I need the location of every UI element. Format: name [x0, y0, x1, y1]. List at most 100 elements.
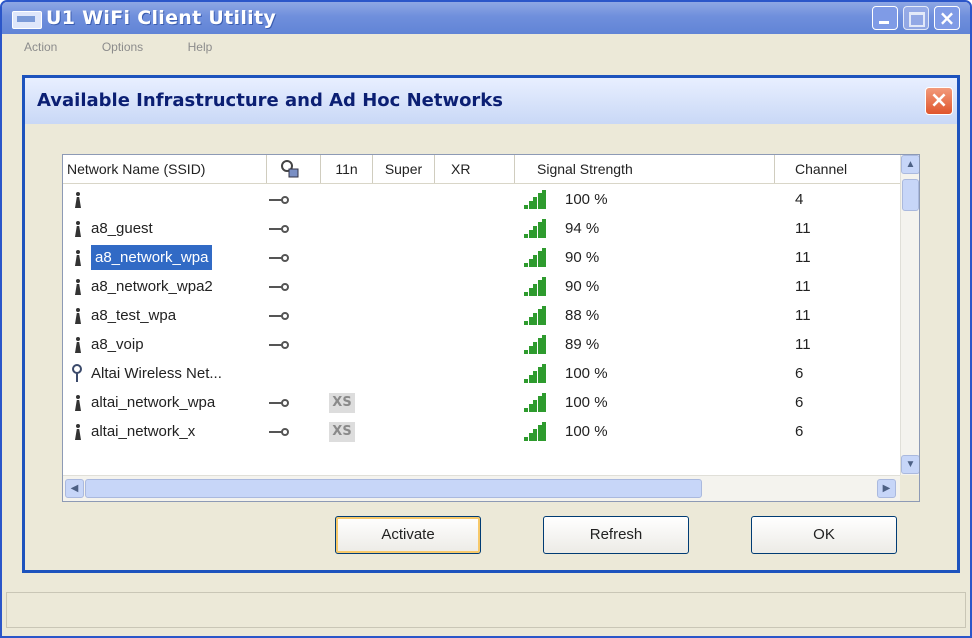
- signal-bars-icon: [524, 277, 546, 296]
- access-point-icon: [73, 308, 83, 324]
- signal-bars-icon: [524, 422, 546, 441]
- scroll-corner: [900, 475, 919, 501]
- network-row[interactable]: a8_guest 94 % 11: [63, 214, 900, 243]
- maximize-button[interactable]: [903, 6, 929, 30]
- menu-action[interactable]: Action: [24, 40, 57, 54]
- column-11n[interactable]: 11n: [321, 155, 373, 183]
- network-row[interactable]: altai_network_x XS 100 % 6: [63, 417, 900, 446]
- signal-strength: 90 %: [565, 249, 600, 266]
- column-signal[interactable]: Signal Strength: [515, 155, 775, 183]
- signal-bars-icon: [524, 219, 546, 238]
- channel: 11: [795, 278, 811, 295]
- channel: 11: [795, 249, 811, 266]
- vertical-scroll-thumb[interactable]: [902, 179, 919, 211]
- scroll-down-button[interactable]: ▼: [901, 455, 919, 474]
- network-list: Network Name (SSID) 11n Super XR Signal …: [62, 154, 920, 502]
- access-point-icon: [73, 279, 83, 295]
- list-header: Network Name (SSID) 11n Super XR Signal …: [63, 155, 900, 184]
- network-ssid: Altai Wireless Net...: [91, 365, 222, 382]
- key-icon: [269, 312, 291, 320]
- menu-help[interactable]: Help: [188, 40, 213, 54]
- channel: 6: [795, 394, 804, 411]
- scroll-right-button[interactable]: ▶: [877, 479, 896, 498]
- signal-strength: 100 %: [565, 394, 608, 411]
- vertical-scrollbar[interactable]: ▲ ▼: [900, 155, 919, 475]
- network-row[interactable]: a8_voip 89 % 11: [63, 330, 900, 359]
- minimize-button[interactable]: [872, 6, 898, 30]
- refresh-button[interactable]: Refresh: [543, 516, 689, 554]
- signal-strength: 90 %: [565, 278, 600, 295]
- ok-button[interactable]: OK: [751, 516, 897, 554]
- xs-badge: XS: [329, 393, 355, 413]
- xs-badge: XS: [329, 422, 355, 442]
- network-ssid: a8_network_wpa: [91, 245, 213, 270]
- status-bar: [6, 592, 966, 628]
- key-icon: [269, 341, 291, 349]
- horizontal-scroll-thumb[interactable]: [85, 479, 702, 498]
- access-point-icon: [73, 250, 83, 266]
- dialog-close-button[interactable]: ×: [925, 87, 953, 115]
- key-icon: [269, 254, 291, 262]
- signal-strength: 100 %: [565, 365, 608, 382]
- dialog-titlebar[interactable]: Available Infrastructure and Ad Hoc Netw…: [25, 78, 957, 124]
- column-super[interactable]: Super: [373, 155, 435, 183]
- network-rows: 100 % 4 a8_guest 94 % 11 a8_network_wpa 90 % 11…: [63, 185, 900, 455]
- key-icon: [269, 196, 291, 204]
- window-title: U1 WiFi Client Utility: [46, 7, 277, 29]
- signal-bars-icon: [524, 306, 546, 325]
- menu-bar: Action Options Help: [6, 38, 946, 58]
- network-row[interactable]: a8_network_wpa2 90 % 11: [63, 272, 900, 301]
- channel: 11: [795, 336, 811, 353]
- dialog-title: Available Infrastructure and Ad Hoc Netw…: [37, 90, 503, 111]
- networks-dialog: Available Infrastructure and Ad Hoc Netw…: [22, 75, 960, 573]
- window-titlebar[interactable]: U1 WiFi Client Utility ×: [2, 2, 970, 34]
- access-point-icon: [73, 221, 83, 237]
- scroll-left-button[interactable]: ◀: [65, 479, 84, 498]
- activate-button[interactable]: Activate: [335, 516, 481, 554]
- key-icon: [269, 225, 291, 233]
- network-ssid: a8_guest: [91, 220, 153, 237]
- access-point-icon: [73, 192, 83, 208]
- key-icon: [269, 399, 291, 407]
- network-ssid: a8_network_wpa2: [91, 278, 213, 295]
- key-icon: [269, 283, 291, 291]
- dialog-body: Network Name (SSID) 11n Super XR Signal …: [25, 124, 957, 570]
- scroll-up-button[interactable]: ▲: [901, 155, 919, 174]
- signal-bars-icon: [524, 364, 546, 383]
- lock-key-icon: [281, 160, 299, 178]
- column-ssid[interactable]: Network Name (SSID): [63, 155, 267, 183]
- signal-strength: 88 %: [565, 307, 600, 324]
- column-xr[interactable]: XR: [435, 155, 515, 183]
- signal-bars-icon: [524, 393, 546, 412]
- network-row[interactable]: a8_test_wpa 88 % 11: [63, 301, 900, 330]
- column-channel[interactable]: Channel: [775, 155, 900, 183]
- access-point-icon: [73, 424, 83, 440]
- network-ssid: altai_network_wpa: [91, 394, 216, 411]
- network-row[interactable]: 100 % 4: [63, 185, 900, 214]
- channel: 11: [795, 307, 811, 324]
- column-security[interactable]: [267, 155, 321, 183]
- channel: 4: [795, 191, 804, 208]
- network-row[interactable]: altai_network_wpa XS 100 % 6: [63, 388, 900, 417]
- menu-options[interactable]: Options: [102, 40, 143, 54]
- app-icon: [12, 11, 42, 29]
- signal-bars-icon: [524, 335, 546, 354]
- channel: 11: [795, 220, 811, 237]
- signal-bars-icon: [524, 248, 546, 267]
- channel: 6: [795, 365, 804, 382]
- network-ssid: a8_test_wpa: [91, 307, 177, 324]
- channel: 6: [795, 423, 804, 440]
- adhoc-icon: [71, 364, 85, 382]
- network-row[interactable]: Altai Wireless Net... 100 % 6: [63, 359, 900, 388]
- horizontal-scrollbar[interactable]: ◀ ▶: [63, 475, 900, 501]
- access-point-icon: [73, 395, 83, 411]
- network-row[interactable]: a8_network_wpa 90 % 11: [63, 243, 900, 272]
- signal-bars-icon: [524, 190, 546, 209]
- signal-strength: 94 %: [565, 220, 600, 237]
- close-window-button[interactable]: ×: [934, 6, 960, 30]
- signal-strength: 100 %: [565, 191, 608, 208]
- key-icon: [269, 428, 291, 436]
- signal-strength: 89 %: [565, 336, 600, 353]
- access-point-icon: [73, 337, 83, 353]
- network-ssid: a8_voip: [91, 336, 144, 353]
